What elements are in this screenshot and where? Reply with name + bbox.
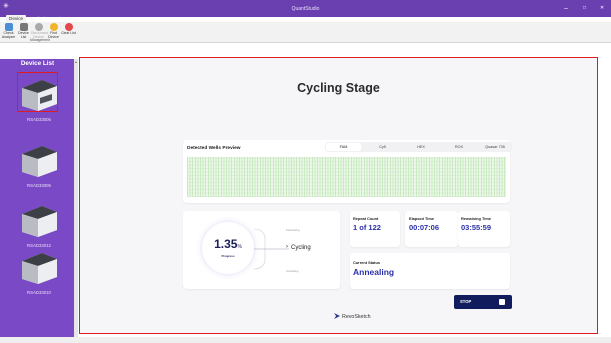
ribbon-toolbar: Check Analyzer Device List Disconnect De… [0, 22, 611, 43]
page-title: Cycling Stage [297, 81, 380, 95]
repeat-count-value: 1 of 122 [353, 223, 381, 232]
find-device-button[interactable]: Find Device [46, 23, 61, 39]
progress-value: 1.35% [214, 237, 242, 251]
stop-button[interactable]: STOP [454, 295, 512, 309]
device-label: RSAD33005 [27, 183, 51, 188]
ribbon-button-label: Check Analyzer [1, 31, 16, 39]
elapsed-time-card: Elapsed Time 00:07:06 [405, 211, 458, 247]
wells-preview-title: Detected Wells Preview [187, 146, 241, 151]
ribbon-button-label: Device List [18, 31, 29, 39]
previous-step: Preheating [286, 228, 300, 232]
device-list-scrollbar[interactable]: ▲ [74, 59, 78, 343]
stop-button-label: STOP [460, 299, 472, 304]
device-list-button[interactable]: Device List [16, 23, 31, 39]
current-status-card: Current Status Annealing [350, 253, 510, 289]
device-item-rsad33010[interactable]: RSAD33010 [14, 245, 64, 297]
current-status-label: Current Status [353, 260, 381, 265]
current-step: Cycling [291, 245, 311, 251]
filter-tab-cy5[interactable]: Cy5 [365, 143, 400, 151]
revosketch-logo-icon [334, 313, 340, 319]
wells-grid [187, 157, 506, 197]
progress-ring: 1.35% Progress [202, 222, 254, 274]
menu-tabs: Device Analysis Option [0, 13, 611, 22]
step-connector [253, 228, 289, 270]
status-bar [0, 337, 611, 343]
filter-tab-hex[interactable]: HEX [404, 143, 438, 151]
progress-card: 1.35% Progress Preheating › Cycling Anne… [183, 211, 340, 289]
next-step: Annealing [286, 269, 299, 273]
disconnect-device-icon [34, 23, 43, 31]
device-item-rsad33005[interactable]: RSAD33005 [14, 138, 64, 190]
device-item-rsad33006[interactable]: RSAD33006 [14, 72, 64, 124]
maximize-icon[interactable]: □ [583, 5, 586, 12]
device-list-panel: Device List RSAD33006 RSAD33005 RSAD3301… [0, 59, 75, 343]
remaining-time-card: Remaining Time 03:55:59 [458, 211, 510, 247]
ribbon-button-label: Clear List [61, 31, 76, 35]
device-label: RSAD33006 [27, 117, 51, 122]
device-item-rsad33012[interactable]: RSAD33012 [14, 198, 64, 250]
find-device-icon [49, 23, 58, 31]
elapsed-time-label: Elapsed Time [409, 216, 435, 221]
filter-tab-rox[interactable]: ROX [442, 143, 476, 151]
filter-tab-quasar-705[interactable]: Quasar 705 [479, 143, 511, 151]
wells-preview-card: Detected Wells Preview FAM Cy5 HEX ROX Q… [183, 140, 512, 203]
clear-list-button[interactable]: Clear List [61, 23, 76, 36]
repeat-count-card: Repeat Count 1 of 122 [350, 211, 400, 247]
clear-list-icon [64, 23, 73, 31]
elapsed-time-value: 00:07:06 [409, 223, 440, 232]
minimize-icon[interactable]: – [564, 5, 568, 12]
close-icon[interactable]: ✕ [600, 5, 604, 12]
filter-tabs: FAM Cy5 HEX ROX Quasar 705 [325, 142, 512, 152]
window-title: QuantStudio [291, 6, 320, 12]
check-analyzer-button[interactable]: Check Analyzer [1, 23, 16, 39]
device-image [22, 146, 57, 177]
brand-name: RevoSketch [342, 314, 371, 320]
disconnect-device-button[interactable]: Disconnect Device [31, 23, 48, 39]
device-list-icon [19, 23, 28, 31]
ribbon-group-label: Management [30, 38, 50, 42]
selection-frame [17, 72, 58, 112]
filter-tab-fam[interactable]: FAM [326, 143, 361, 151]
device-label: RSAD33010 [27, 290, 51, 295]
current-status-value: Annealing [353, 267, 395, 277]
progress-unit: % [237, 244, 242, 250]
brand-logo: RevoSketch [334, 313, 371, 320]
check-analyzer-icon [4, 23, 13, 31]
main-content: Cycling Stage Detected Wells Preview FAM… [79, 57, 598, 334]
repeat-count-label: Repeat Count [353, 216, 379, 221]
scroll-up-icon[interactable]: ▲ [74, 60, 78, 64]
stop-square-icon [499, 299, 505, 305]
tab-option[interactable]: Option [49, 15, 69, 22]
progress-label: Progress [221, 254, 235, 258]
device-image [22, 253, 57, 284]
remaining-time-label: Remaining Time [461, 216, 491, 221]
current-step-arrow-icon: › [286, 244, 288, 250]
device-list-title: Device List [20, 60, 55, 67]
tab-analysis[interactable]: Analysis [27, 15, 50, 22]
tab-device[interactable]: Device [6, 15, 27, 22]
device-image [22, 206, 57, 237]
remaining-time-value: 03:55:59 [461, 223, 492, 232]
